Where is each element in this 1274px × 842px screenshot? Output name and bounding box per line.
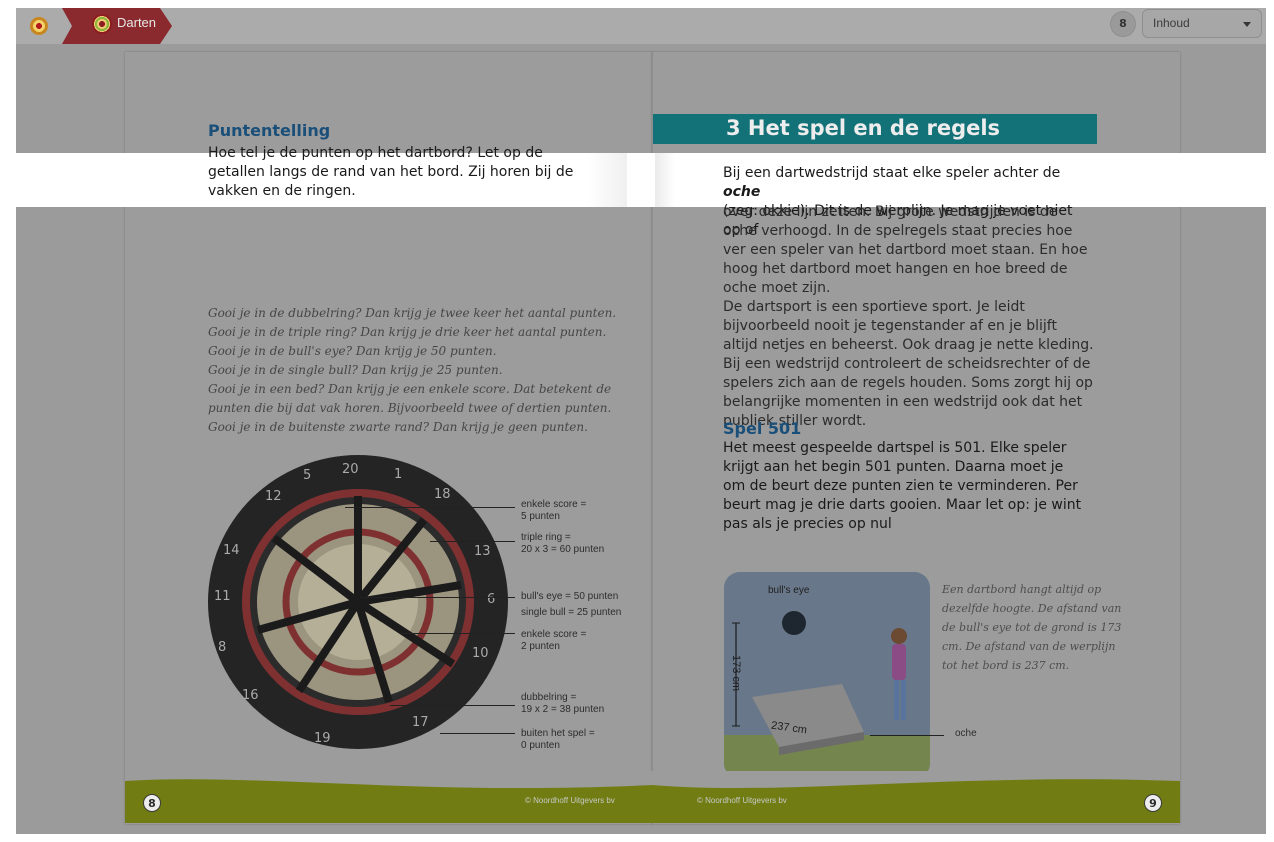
home-icon[interactable] (30, 17, 48, 35)
svg-text:19: 19 (314, 731, 331, 746)
page-number-badge: 8 (1110, 11, 1136, 37)
page-number: 9 (1144, 794, 1162, 812)
svg-text:18: 18 (434, 487, 451, 502)
copyright: © Noordhoff Uitgevers bv (697, 796, 787, 805)
svg-text:17: 17 (412, 715, 429, 730)
scoring-rules: Gooi je in de dubbelring? Dan krijg je t… (208, 304, 618, 437)
illustration-label: 173 cm (730, 654, 743, 692)
svg-text:11: 11 (214, 589, 231, 604)
rule-line: Gooi je in de triple ring? Dan krijg je … (208, 325, 607, 339)
chapter-title: 3 Het spel en de regels (726, 116, 1001, 140)
label-line (360, 597, 515, 598)
page-number: 8 (143, 794, 161, 812)
contents-dropdown-label: Inhoud (1153, 16, 1190, 30)
label-line (430, 541, 515, 542)
dart-label: bull's eye = 50 punten (521, 591, 619, 602)
chevron-down-icon (1243, 22, 1251, 27)
label-line (390, 705, 515, 706)
breadcrumb-label[interactable]: Darten (117, 15, 156, 30)
svg-text:6: 6 (487, 592, 495, 607)
rule-line: Gooi je in de dubbelring? Dan krijg je t… (208, 306, 617, 320)
dart-label: enkele score = 5 punten (521, 499, 587, 522)
label-line (870, 735, 944, 736)
illustration-label: oche (955, 728, 977, 739)
svg-text:10: 10 (472, 646, 489, 661)
rule-line: Gooi je in de bull's eye? Dan krijg je 5… (208, 344, 497, 358)
dartboard-illustration: 20 1 18 13 6 10 17 19 16 8 11 14 12 5 (208, 455, 508, 749)
svg-text:20: 20 (342, 462, 359, 477)
oche-illustration: bull's eye 173 cm 237 cm (724, 572, 930, 779)
svg-text:12: 12 (265, 489, 282, 504)
svg-text:13: 13 (474, 544, 491, 559)
label-line (345, 507, 515, 508)
svg-text:8: 8 (218, 640, 226, 655)
contents-dropdown[interactable]: Inhoud (1142, 9, 1262, 38)
spel-paragraph: Het meest gespeelde dartspel is 501. Elk… (723, 440, 1082, 532)
dart-label: buiten het spel = 0 punten (521, 728, 595, 751)
copyright: © Noordhoff Uitgevers bv (525, 796, 615, 805)
label-line (440, 733, 515, 734)
rule-line: Gooi je in een bed? Dan krijg je een enk… (208, 382, 612, 415)
band-shadow-right (655, 153, 675, 207)
svg-text:1: 1 (394, 467, 402, 482)
intro-paragraph: Hoe tel je de punten op het dartbord? Le… (208, 145, 574, 199)
svg-text:5: 5 (303, 468, 311, 483)
rule-line: Gooi je in de buitenste zwarte rand? Dan… (208, 420, 588, 434)
top-toolbar (16, 8, 1266, 44)
dart-label: enkele score = 2 punten (521, 629, 587, 652)
dartboard-icon (92, 14, 112, 34)
illustration-label: bull's eye (768, 585, 810, 596)
bottom-panel (16, 834, 357, 842)
rule-line: Gooi je in de single bull? Dan krijg je … (208, 363, 503, 377)
dart-label: single bull = 25 punten (521, 607, 622, 618)
section-heading: Puntentelling (208, 121, 331, 140)
illustration-caption: Een dartbord hangt altijd op dezelfde ho… (942, 583, 1122, 672)
label-line (400, 633, 515, 634)
dart-label: dubbelring = 19 x 2 = 38 punten (521, 692, 605, 715)
svg-text:16: 16 (242, 688, 259, 703)
body-paragraph: over deze lijn zetten. Bij grote wedstri… (723, 204, 1094, 429)
svg-text:14: 14 (223, 543, 240, 558)
dart-label: triple ring = 20 x 3 = 60 punten (521, 532, 605, 555)
section-heading: Spel 501 (723, 419, 802, 438)
